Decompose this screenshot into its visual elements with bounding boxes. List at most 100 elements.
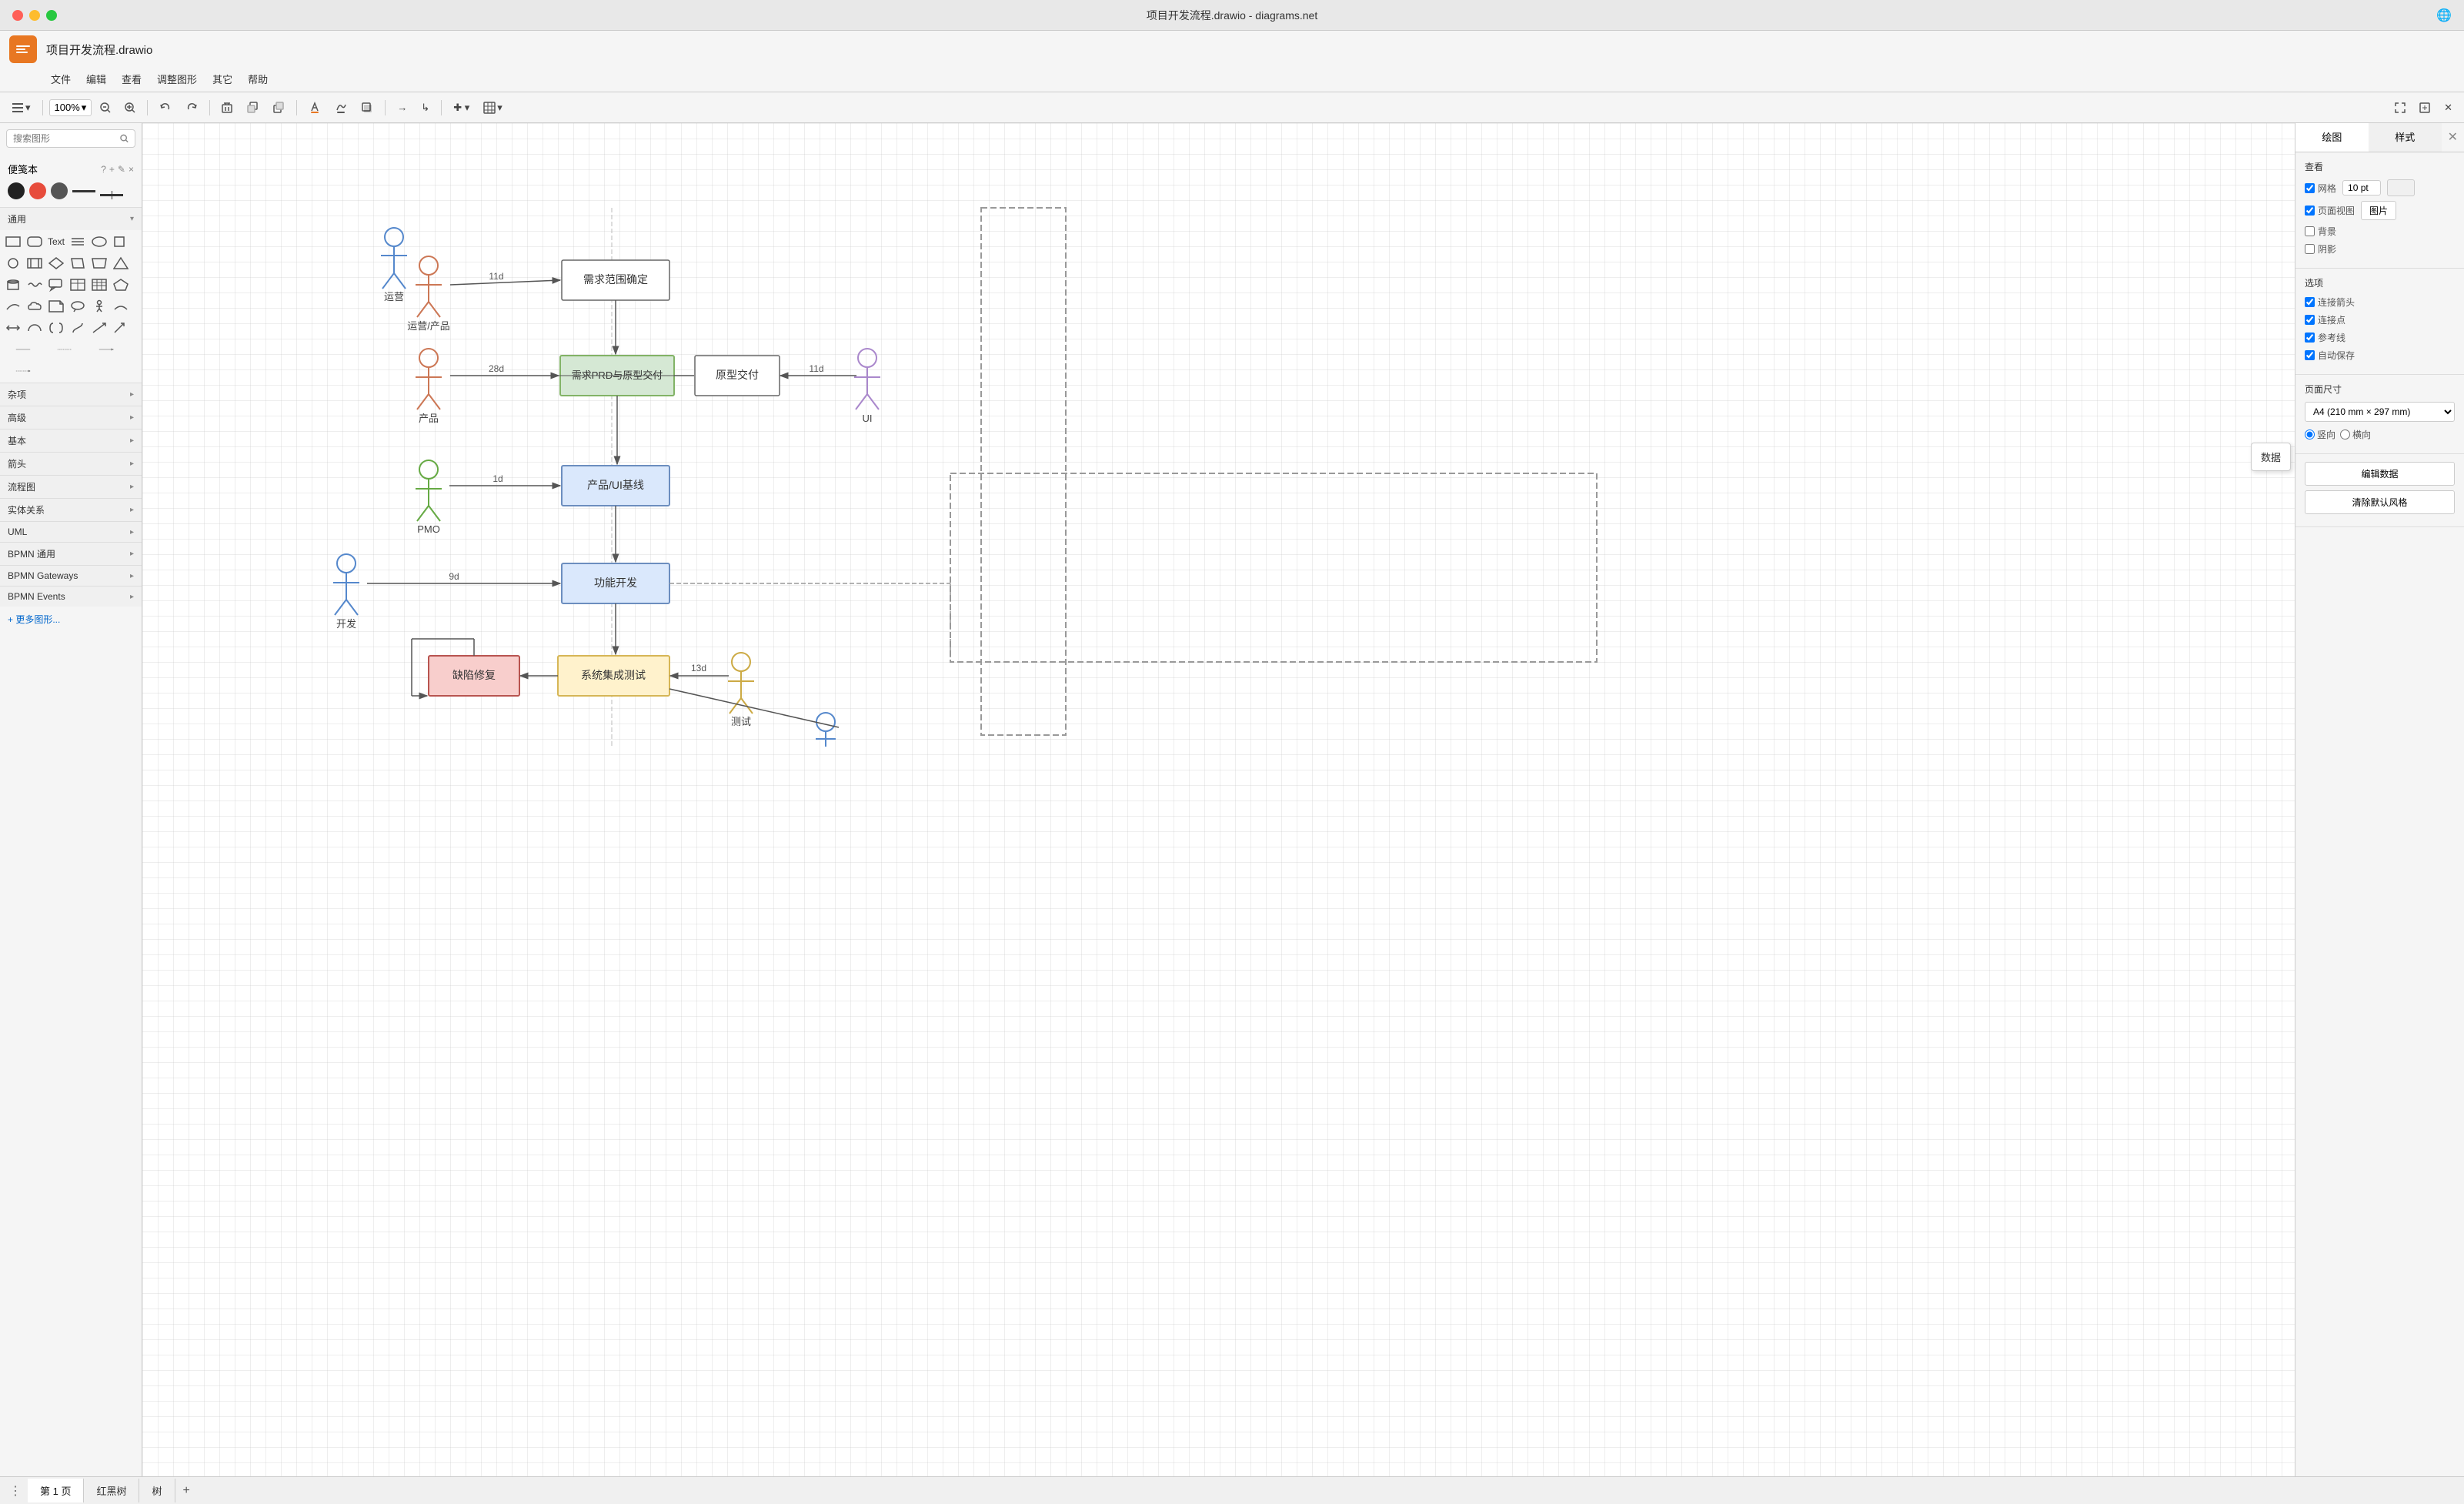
waypoint-style-button[interactable]: ↳ <box>416 99 435 117</box>
shape-s-curve[interactable] <box>68 318 88 338</box>
portrait-radio[interactable] <box>2305 429 2315 440</box>
category-misc-header[interactable]: 杂项 ▸ <box>0 383 142 406</box>
shape-wavy[interactable] <box>25 275 45 295</box>
menu-edit[interactable]: 编辑 <box>78 69 114 89</box>
zoom-control[interactable]: 100% ▾ <box>49 99 92 116</box>
category-bpmn-gateways-header[interactable]: BPMN Gateways ▸ <box>0 566 142 586</box>
shape-note[interactable] <box>46 296 66 316</box>
shape-curved-line[interactable] <box>111 296 131 316</box>
menu-help[interactable]: 帮助 <box>240 69 275 89</box>
table-button[interactable]: ▾ <box>478 99 508 117</box>
menu-icon[interactable]: ⋮ <box>3 1479 28 1503</box>
fill-color-button[interactable] <box>303 99 326 117</box>
shape-speech[interactable] <box>68 296 88 316</box>
globe-icon[interactable]: 🌐 <box>2436 8 2452 23</box>
landscape-radio[interactable] <box>2340 429 2350 440</box>
menu-adjust[interactable]: 调整图形 <box>149 69 205 89</box>
shadow-checkbox[interactable] <box>2305 244 2315 254</box>
box-req-prd[interactable] <box>560 356 674 396</box>
tab-style[interactable]: 样式 <box>2369 123 2442 152</box>
shape-half-circle[interactable] <box>25 318 45 338</box>
image-button[interactable]: 图片 <box>2361 201 2396 220</box>
shape-line4[interactable] <box>3 361 43 381</box>
shape-callout[interactable] <box>46 275 66 295</box>
page-tab-3[interactable]: 树 <box>139 1479 175 1502</box>
search-input[interactable] <box>13 133 120 144</box>
help-icon[interactable]: ? <box>101 164 106 175</box>
page-fit-button[interactable] <box>2414 99 2436 116</box>
shape-cylinder[interactable] <box>3 275 23 295</box>
page-tab-1[interactable]: 第 1 页 <box>28 1479 84 1502</box>
menu-other[interactable]: 其它 <box>205 69 240 89</box>
shape-line1[interactable] <box>3 339 43 359</box>
category-basic-header[interactable]: 基本 ▸ <box>0 429 142 452</box>
category-flowchart-header[interactable]: 流程图 ▸ <box>0 476 142 498</box>
shape-rect[interactable] <box>3 232 23 252</box>
to-back-button[interactable] <box>267 99 290 117</box>
close-button[interactable] <box>12 10 23 21</box>
undo-button[interactable] <box>154 99 177 117</box>
grid-color-box[interactable] <box>2387 179 2415 196</box>
category-uml-header[interactable]: UML ▸ <box>0 522 142 542</box>
pagesize-select[interactable]: A4 (210 mm × 297 mm) <box>2305 402 2455 422</box>
zoom-in-button[interactable] <box>119 99 141 116</box>
background-checkbox[interactable] <box>2305 226 2315 236</box>
shape-diamond[interactable] <box>46 253 66 273</box>
add-page-button[interactable]: + <box>175 1479 198 1502</box>
shape-angle-arrow[interactable] <box>111 318 131 338</box>
category-arrows-header[interactable]: 箭头 ▸ <box>0 453 142 475</box>
shape-cloud[interactable] <box>25 296 45 316</box>
autosave-checkbox[interactable] <box>2305 350 2315 360</box>
category-advanced-header[interactable]: 高级 ▸ <box>0 406 142 429</box>
shape-line2[interactable] <box>45 339 85 359</box>
category-bpmn-general-header[interactable]: BPMN 通用 ▸ <box>0 543 142 565</box>
maximize-button[interactable] <box>46 10 57 21</box>
box-func-dev[interactable] <box>562 563 669 603</box>
page-tab-2[interactable]: 红黑树 <box>84 1479 139 1502</box>
data-panel[interactable]: 数据 <box>2251 443 2291 471</box>
shape-parallelogram[interactable] <box>68 253 88 273</box>
close-favorite-icon[interactable]: × <box>129 164 134 175</box>
more-shapes-link[interactable]: + 更多图形... <box>8 614 60 625</box>
shape-bracket[interactable] <box>46 318 66 338</box>
shape-trapezoid[interactable] <box>89 253 109 273</box>
category-bpmn-events-header[interactable]: BPMN Events ▸ <box>0 587 142 607</box>
tab-draw[interactable]: 绘图 <box>2295 123 2369 152</box>
redo-button[interactable] <box>180 99 203 117</box>
panel-close-icon[interactable]: ✕ <box>2442 123 2464 152</box>
shape-curved-arrow[interactable] <box>3 296 23 316</box>
insert-button[interactable]: ✚ ▾ <box>448 99 475 117</box>
box-sys-test[interactable] <box>558 656 669 696</box>
shape-grid[interactable] <box>89 275 109 295</box>
guideline-checkbox[interactable] <box>2305 333 2315 343</box>
shape-square[interactable] <box>111 232 131 252</box>
shape-rounded-rect[interactable] <box>25 232 45 252</box>
shape-line3[interactable] <box>86 339 126 359</box>
page-view-checkbox[interactable] <box>2305 206 2315 216</box>
menu-view[interactable]: 查看 <box>114 69 149 89</box>
shadow-button[interactable] <box>356 99 379 117</box>
edit-data-button[interactable]: 编辑数据 <box>2305 462 2455 486</box>
shape-process[interactable] <box>25 253 45 273</box>
shape-ellipse[interactable] <box>89 232 109 252</box>
shape-diagonal-arrow[interactable] <box>89 318 109 338</box>
connection-style-button[interactable]: → <box>392 99 412 116</box>
shape-pentagon[interactable] <box>111 275 131 295</box>
panel-close-button[interactable]: ✕ <box>2439 99 2458 117</box>
delete-button[interactable] <box>216 99 238 116</box>
box-ui-baseline[interactable] <box>562 466 669 506</box>
menu-file[interactable]: 文件 <box>43 69 78 89</box>
shape-lines[interactable] <box>68 232 88 252</box>
sidebar-toggle-button[interactable]: ▾ <box>6 99 36 117</box>
canvas-area[interactable]: 运营 运营/产品 产品 PMO <box>142 123 2295 1476</box>
red-swatch[interactable] <box>29 182 46 199</box>
box-req-scope[interactable] <box>562 260 669 300</box>
shape-text[interactable]: Text <box>46 232 66 252</box>
dark-swatch[interactable] <box>51 182 68 199</box>
fullscreen-button[interactable] <box>2389 99 2411 116</box>
shape-triangle[interactable] <box>111 253 131 273</box>
zoom-out-button[interactable] <box>95 99 116 116</box>
clear-style-button[interactable]: 清除默认风格 <box>2305 490 2455 514</box>
shape-person[interactable] <box>89 296 109 316</box>
window-controls[interactable] <box>12 10 57 21</box>
